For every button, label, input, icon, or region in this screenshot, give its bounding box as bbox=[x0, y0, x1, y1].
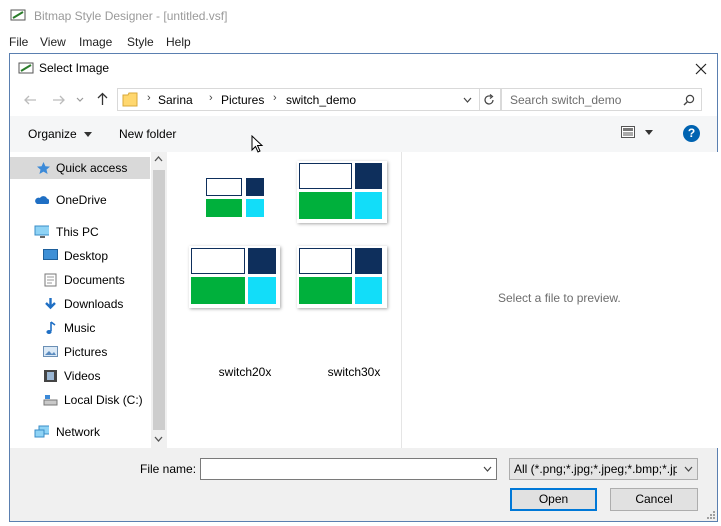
organize-dropdown-icon bbox=[84, 132, 93, 137]
file-name-dropdown-icon[interactable] bbox=[483, 466, 492, 473]
film-icon bbox=[44, 370, 57, 382]
star-icon bbox=[37, 162, 50, 174]
nav-downloads[interactable]: Downloads bbox=[10, 293, 150, 315]
new-folder-button[interactable]: New folder bbox=[119, 127, 176, 141]
mouse-cursor-icon bbox=[251, 135, 264, 153]
navigation-pane: Quick access OneDrive This PC Desktop Do… bbox=[10, 152, 167, 448]
preview-pane: Select a file to preview. bbox=[401, 152, 718, 448]
nav-label: Desktop bbox=[64, 249, 109, 263]
resize-grip-icon[interactable] bbox=[706, 510, 716, 520]
nav-label: Downloads bbox=[64, 297, 124, 311]
file-item-switch[interactable] bbox=[190, 160, 280, 221]
organize-label: Organize bbox=[28, 127, 77, 141]
forward-arrow-icon[interactable] bbox=[52, 94, 66, 106]
parent-window-title: Bitmap Style Designer - [untitled.vsf] bbox=[34, 9, 228, 23]
file-name-input[interactable] bbox=[205, 461, 475, 477]
organize-button[interactable]: Organize bbox=[28, 127, 93, 141]
menu-view[interactable]: View bbox=[40, 35, 66, 49]
network-icon bbox=[34, 425, 49, 438]
nav-quick-access[interactable]: Quick access bbox=[10, 157, 150, 179]
nav-onedrive[interactable]: OneDrive bbox=[10, 189, 150, 211]
nav-label: Pictures bbox=[64, 345, 108, 359]
dialog-title-bar: Select Image bbox=[10, 54, 717, 84]
file-type-select[interactable]: All (*.png;*.jpg;*.jpeg;*.bmp;*.jpg) bbox=[509, 458, 698, 480]
music-note-icon bbox=[46, 321, 56, 334]
file-name-label: File name: bbox=[140, 462, 197, 476]
nav-network[interactable]: Network bbox=[10, 421, 150, 443]
nav-videos[interactable]: Videos bbox=[10, 365, 150, 387]
search-input[interactable] bbox=[508, 92, 672, 108]
desktop-icon bbox=[43, 249, 58, 260]
close-icon bbox=[695, 63, 707, 75]
file-selection-area: File name: All (*.png;*.jpg;*.jpeg;*.bmp… bbox=[10, 448, 717, 521]
nav-label: Network bbox=[56, 425, 101, 439]
file-type-value: All (*.png;*.jpg;*.jpeg;*.bmp;*.jpg) bbox=[514, 462, 677, 476]
toolbar: Organize New folder ? bbox=[10, 116, 717, 152]
parent-title-bar: Bitmap Style Designer - [untitled.vsf] bbox=[0, 0, 721, 32]
nav-label: Music bbox=[64, 321, 96, 335]
back-arrow-icon[interactable] bbox=[23, 94, 37, 106]
parent-menu-bar: File View Image Style Help bbox=[0, 32, 721, 52]
dialog-title: Select Image bbox=[39, 61, 110, 75]
menu-help[interactable]: Help bbox=[166, 35, 191, 49]
nav-label: Documents bbox=[64, 273, 125, 287]
view-options-icon[interactable] bbox=[621, 126, 635, 138]
scroll-down-icon[interactable] bbox=[154, 436, 163, 443]
open-button[interactable]: Open bbox=[510, 488, 597, 511]
nav-music[interactable]: Music bbox=[10, 317, 150, 339]
address-bar[interactable]: › Sarina › Pictures › switch_demo bbox=[117, 88, 480, 111]
file-item-switch20x[interactable] bbox=[189, 246, 280, 308]
folder-icon bbox=[122, 92, 138, 107]
drive-icon bbox=[43, 395, 58, 406]
documents-icon bbox=[44, 273, 57, 287]
close-button[interactable] bbox=[690, 58, 712, 80]
file-list: switch switch15x switch20x switch30x bbox=[167, 152, 400, 448]
breadcrumb-switch-demo[interactable]: switch_demo bbox=[286, 93, 356, 107]
preview-message: Select a file to preview. bbox=[498, 291, 621, 305]
select-image-dialog: Select Image › Sarina › Pictures › switc… bbox=[9, 53, 718, 522]
breadcrumb-sarina[interactable]: Sarina bbox=[158, 93, 193, 107]
refresh-button[interactable] bbox=[480, 88, 501, 111]
address-dropdown-icon[interactable] bbox=[463, 97, 472, 104]
cancel-button[interactable]: Cancel bbox=[610, 488, 698, 511]
file-item-switch30x[interactable] bbox=[297, 246, 387, 308]
help-button[interactable]: ? bbox=[683, 125, 700, 142]
nav-desktop[interactable]: Desktop bbox=[10, 245, 150, 267]
nav-label: Videos bbox=[64, 369, 101, 383]
menu-image[interactable]: Image bbox=[79, 35, 112, 49]
app-icon bbox=[10, 9, 26, 21]
nav-documents[interactable]: Documents bbox=[10, 269, 150, 291]
refresh-icon bbox=[484, 94, 494, 105]
nav-this-pc[interactable]: This PC bbox=[10, 221, 150, 243]
file-name-switch30x: switch30x bbox=[327, 365, 381, 379]
pictures-icon bbox=[43, 346, 58, 357]
download-arrow-icon bbox=[45, 298, 56, 310]
file-type-dropdown-icon bbox=[684, 466, 693, 472]
file-name-combobox[interactable] bbox=[200, 458, 497, 480]
cloud-icon bbox=[35, 196, 49, 204]
file-item-switch15x[interactable] bbox=[297, 161, 387, 223]
search-box[interactable] bbox=[501, 88, 702, 111]
breadcrumb-separator-icon: › bbox=[147, 92, 151, 104]
nav-label: Quick access bbox=[56, 161, 128, 175]
breadcrumb-separator-icon: › bbox=[273, 92, 277, 104]
nav-pictures[interactable]: Pictures bbox=[10, 341, 150, 363]
menu-style[interactable]: Style bbox=[127, 35, 154, 49]
view-dropdown-icon[interactable] bbox=[645, 130, 653, 135]
nav-label: OneDrive bbox=[56, 193, 107, 207]
up-arrow-icon[interactable] bbox=[96, 92, 109, 106]
nav-label: This PC bbox=[56, 225, 99, 239]
nav-scrollbar-thumb[interactable] bbox=[153, 170, 165, 430]
breadcrumb-pictures[interactable]: Pictures bbox=[221, 93, 264, 107]
breadcrumb-separator-icon: › bbox=[209, 92, 213, 104]
search-icon bbox=[683, 94, 695, 106]
recent-locations-chevron-icon[interactable] bbox=[76, 96, 84, 104]
menu-file[interactable]: File bbox=[9, 35, 28, 49]
nav-local-disk[interactable]: Local Disk (C:) bbox=[10, 389, 150, 411]
dialog-icon bbox=[18, 62, 34, 74]
nav-label: Local Disk (C:) bbox=[64, 393, 143, 407]
scroll-up-icon[interactable] bbox=[154, 155, 163, 162]
computer-icon bbox=[34, 225, 49, 238]
file-name-switch20x: switch20x bbox=[218, 365, 272, 379]
